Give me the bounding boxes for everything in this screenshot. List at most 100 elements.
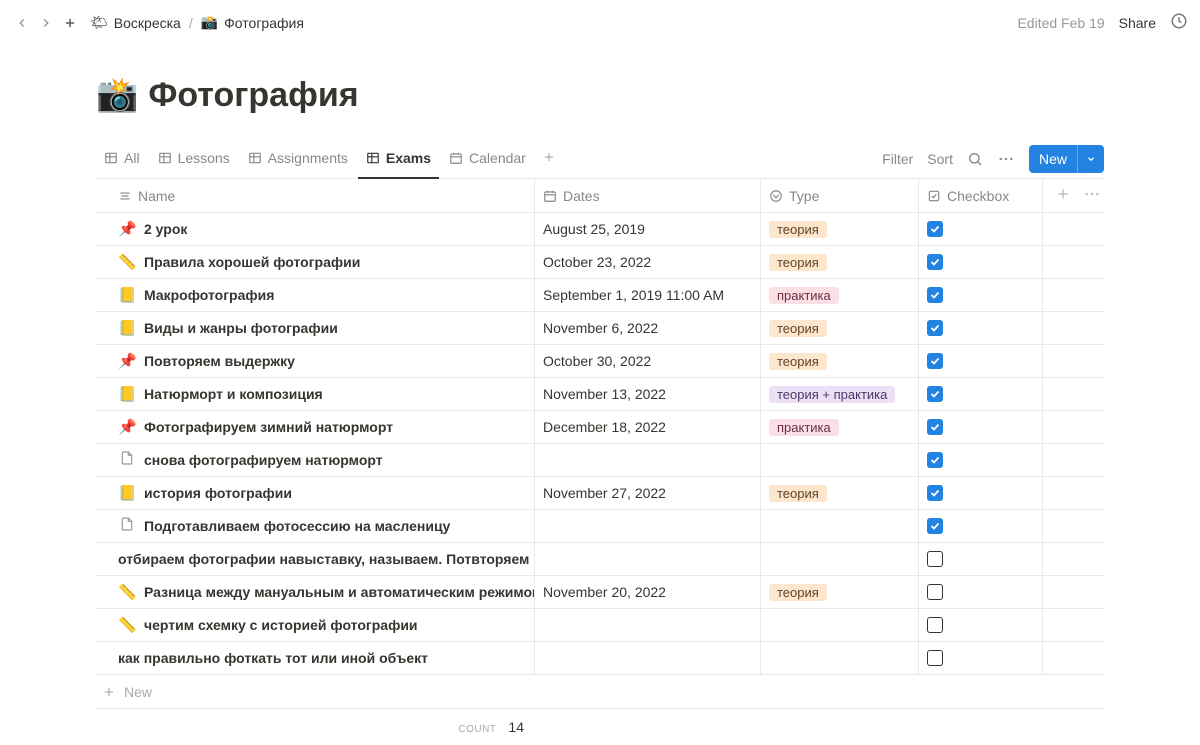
checkbox[interactable] bbox=[927, 650, 943, 666]
cell-type[interactable]: практика bbox=[760, 279, 918, 311]
count-cell[interactable]: COUNT 14 bbox=[96, 719, 534, 735]
table-row[interactable]: 📌2 урокAugust 25, 2019теория bbox=[96, 213, 1104, 246]
cell-checkbox[interactable] bbox=[918, 246, 1042, 278]
table-row[interactable]: отбираем фотографии навыставку, называем… bbox=[96, 543, 1104, 576]
cell-type[interactable]: теория bbox=[760, 312, 918, 344]
cell-dates[interactable]: September 1, 2019 11:00 AM bbox=[534, 279, 760, 311]
cell-checkbox[interactable] bbox=[918, 279, 1042, 311]
checkbox[interactable] bbox=[927, 485, 943, 501]
breadcrumb[interactable]: 🌤 Воскреска / 📸 Фотография bbox=[90, 14, 304, 31]
cell-checkbox[interactable] bbox=[918, 609, 1042, 641]
add-row-button[interactable]: New bbox=[96, 675, 1104, 709]
cell-checkbox[interactable] bbox=[918, 411, 1042, 443]
cell-type[interactable]: теория bbox=[760, 345, 918, 377]
checkbox[interactable] bbox=[927, 320, 943, 336]
cell-type[interactable]: теория bbox=[760, 213, 918, 245]
cell-type[interactable]: теория bbox=[760, 246, 918, 278]
column-header-name[interactable]: Name bbox=[96, 188, 534, 204]
cell-checkbox[interactable] bbox=[918, 312, 1042, 344]
checkbox[interactable] bbox=[927, 584, 943, 600]
table-row[interactable]: Подготавливаем фотосессию на масленицу bbox=[96, 510, 1104, 543]
type-tag[interactable]: теория bbox=[769, 320, 827, 337]
cell-dates[interactable]: November 27, 2022 bbox=[534, 477, 760, 509]
page-title[interactable]: 📸 Фотография bbox=[96, 75, 1104, 115]
new-button-chevron[interactable] bbox=[1077, 145, 1104, 173]
cell-name[interactable]: 📒история фотографии bbox=[96, 484, 534, 502]
cell-checkbox[interactable] bbox=[918, 477, 1042, 509]
cell-dates[interactable]: November 6, 2022 bbox=[534, 312, 760, 344]
type-tag[interactable]: теория bbox=[769, 485, 827, 502]
cell-type[interactable]: теория bbox=[760, 477, 918, 509]
cell-name[interactable]: Подготавливаем фотосессию на масленицу bbox=[96, 516, 534, 536]
cell-dates[interactable]: November 13, 2022 bbox=[534, 378, 760, 410]
view-tab-exams[interactable]: Exams bbox=[358, 140, 439, 179]
table-row[interactable]: 📌Фотографируем зимний натюрмортDecember … bbox=[96, 411, 1104, 444]
cell-name[interactable]: 📒Макрофотография bbox=[96, 286, 534, 304]
cell-dates[interactable] bbox=[534, 510, 760, 542]
add-view-button[interactable] bbox=[536, 150, 562, 167]
column-header-type[interactable]: Type bbox=[760, 179, 918, 212]
nav-forward-button[interactable] bbox=[36, 13, 56, 33]
cell-type[interactable] bbox=[760, 444, 918, 476]
updates-icon[interactable] bbox=[1170, 12, 1188, 33]
table-row[interactable]: 📒Виды и жанры фотографииNovember 6, 2022… bbox=[96, 312, 1104, 345]
type-tag[interactable]: теория bbox=[769, 221, 827, 238]
type-tag[interactable]: практика bbox=[769, 419, 839, 436]
cell-checkbox[interactable] bbox=[918, 510, 1042, 542]
column-options-button[interactable] bbox=[1083, 185, 1101, 206]
share-button[interactable]: Share bbox=[1119, 15, 1156, 31]
checkbox[interactable] bbox=[927, 551, 943, 567]
more-icon[interactable] bbox=[997, 150, 1015, 168]
cell-name[interactable]: 📒Натюрморт и композиция bbox=[96, 385, 534, 403]
cell-dates[interactable] bbox=[534, 444, 760, 476]
view-tab-lessons[interactable]: Lessons bbox=[150, 140, 238, 179]
cell-name[interactable]: 📏Разница между мануальным и автоматическ… bbox=[96, 583, 534, 601]
cell-checkbox[interactable] bbox=[918, 345, 1042, 377]
cell-checkbox[interactable] bbox=[918, 378, 1042, 410]
type-tag[interactable]: теория bbox=[769, 353, 827, 370]
search-icon[interactable] bbox=[967, 151, 983, 167]
filter-button[interactable]: Filter bbox=[882, 151, 913, 167]
checkbox[interactable] bbox=[927, 287, 943, 303]
table-row[interactable]: снова фотографируем натюрморт bbox=[96, 444, 1104, 477]
page-icon[interactable]: 📸 bbox=[96, 75, 138, 115]
nav-back-button[interactable] bbox=[12, 13, 32, 33]
checkbox[interactable] bbox=[927, 254, 943, 270]
cell-checkbox[interactable] bbox=[918, 642, 1042, 674]
cell-name[interactable]: 📏чертим схемку с историей фотографии bbox=[96, 616, 534, 634]
table-row[interactable]: 📒история фотографииNovember 27, 2022 теор… bbox=[96, 477, 1104, 510]
cell-checkbox[interactable] bbox=[918, 444, 1042, 476]
type-tag[interactable]: практика bbox=[769, 287, 839, 304]
view-tab-calendar[interactable]: Calendar bbox=[441, 140, 534, 179]
cell-type[interactable] bbox=[760, 510, 918, 542]
checkbox[interactable] bbox=[927, 386, 943, 402]
checkbox[interactable] bbox=[927, 419, 943, 435]
cell-type[interactable] bbox=[760, 642, 918, 674]
table-row[interactable]: 📒Натюрморт и композицияNovember 13, 2022… bbox=[96, 378, 1104, 411]
cell-name[interactable]: 📌2 урок bbox=[96, 220, 534, 238]
cell-dates[interactable]: October 30, 2022 bbox=[534, 345, 760, 377]
view-tab-all[interactable]: All bbox=[96, 140, 148, 179]
cell-type[interactable] bbox=[760, 609, 918, 641]
type-tag[interactable]: теория bbox=[769, 254, 827, 271]
new-button[interactable]: New bbox=[1029, 145, 1104, 173]
checkbox[interactable] bbox=[927, 617, 943, 633]
cell-name[interactable]: как правильно фоткать тот или иной объек… bbox=[96, 650, 534, 666]
table-row[interactable]: 📏Разница между мануальным и автоматическ… bbox=[96, 576, 1104, 609]
sort-button[interactable]: Sort bbox=[927, 151, 953, 167]
type-tag[interactable]: теория + практика bbox=[769, 386, 895, 403]
new-tab-button[interactable] bbox=[60, 13, 80, 33]
checkbox[interactable] bbox=[927, 221, 943, 237]
cell-checkbox[interactable] bbox=[918, 213, 1042, 245]
cell-name[interactable]: отбираем фотографии навыставку, называем… bbox=[96, 551, 534, 567]
add-column-button[interactable] bbox=[1055, 186, 1071, 205]
cell-name[interactable]: 📌Фотографируем зимний натюрморт bbox=[96, 418, 534, 436]
cell-dates[interactable]: November 20, 2022 bbox=[534, 576, 760, 608]
table-row[interactable]: как правильно фоткать тот или иной объек… bbox=[96, 642, 1104, 675]
table-row[interactable]: 📒МакрофотографияSeptember 1, 2019 11:00 … bbox=[96, 279, 1104, 312]
cell-type[interactable]: практика bbox=[760, 411, 918, 443]
cell-dates[interactable]: October 23, 2022 bbox=[534, 246, 760, 278]
checkbox[interactable] bbox=[927, 353, 943, 369]
cell-dates[interactable] bbox=[534, 609, 760, 641]
cell-type[interactable]: теория bbox=[760, 576, 918, 608]
